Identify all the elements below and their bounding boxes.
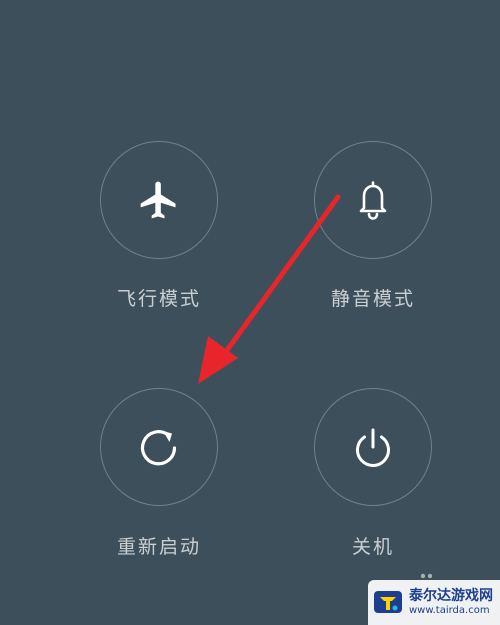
silent-mode-label: 静音模式 (330, 288, 415, 310)
power-menu-screen: 飞行模式 静音模式 重新启动 关机 泰尔达游戏网 www.tairda.com (0, 0, 500, 625)
airplane-mode-button[interactable] (100, 141, 218, 259)
watermark-name: 泰尔达游戏网 (409, 588, 493, 604)
power-icon (356, 428, 390, 467)
airplane-mode-label: 飞行模式 (116, 288, 201, 310)
decorative-dots (420, 573, 433, 579)
shutdown-button[interactable] (314, 388, 432, 506)
restart-label: 重新启动 (116, 536, 201, 558)
silent-mode-button[interactable] (314, 141, 432, 259)
airplane-icon (140, 181, 176, 219)
watermark-logo-icon (374, 590, 402, 613)
watermark: 泰尔达游戏网 www.tairda.com (368, 580, 500, 625)
restart-button[interactable] (100, 388, 218, 506)
shutdown-label: 关机 (351, 536, 394, 558)
watermark-url: www.tairda.com (409, 605, 490, 616)
bell-icon (359, 181, 387, 220)
restart-icon (140, 430, 177, 466)
